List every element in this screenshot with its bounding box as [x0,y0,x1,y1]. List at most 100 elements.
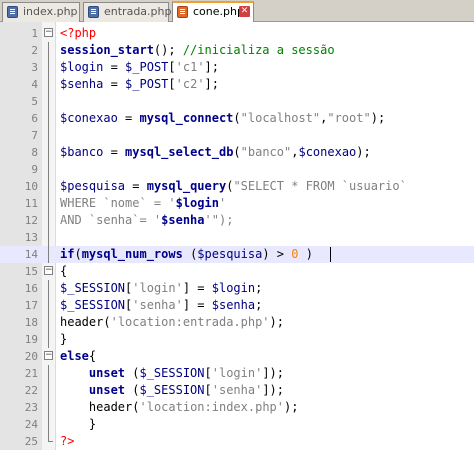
code-line[interactable]: 25 ?> [0,433,474,450]
code-token: $_SESSION [139,383,205,397]
fold-line-icon [44,416,54,433]
code-token: $pesquisa [197,247,263,261]
fold-line-icon [44,365,54,382]
code-line[interactable]: 21 unset ($_SESSION['login']); [0,365,474,382]
code-token: ' [218,196,227,210]
fold-line-icon [44,382,54,399]
fold-line-icon [44,280,54,297]
fold-line-icon [44,399,54,416]
code-token: ( [74,247,82,261]
code-line[interactable]: 2 session_start(); //inicializa a sessão [0,42,474,59]
tab-index-php[interactable]: index.php [2,2,80,22]
fold-line-icon [44,246,54,263]
code-text: unset ($_SESSION['login']); [60,365,284,382]
close-tab-icon[interactable]: ✕ [239,6,250,17]
code-text: <?php [60,25,96,42]
code-token: } [60,332,68,346]
fold-toggle-icon[interactable]: − [44,348,54,365]
code-token: WHERE `nome` = ' [60,196,176,210]
line-number: 6 [31,112,38,125]
code-text: WHERE `nome` = '$login' [60,195,226,212]
tab-cone-php[interactable]: cone.php ✕ [172,1,254,22]
code-token: ); [269,315,284,329]
fold-toggle-icon[interactable]: − [44,263,54,280]
code-line[interactable]: 10 $pesquisa = mysql_query("SELECT * FROM… [0,178,474,195]
line-number: 14 [24,248,38,261]
code-line[interactable]: 13 [0,229,474,246]
code-line[interactable]: 16 $_SESSION['login'] = $login; [0,280,474,297]
code-token: ( [233,111,241,125]
code-token: $_SESSION [60,298,126,312]
code-token: ( [132,400,140,414]
line-number: 12 [24,214,38,227]
fold-line-icon [44,297,54,314]
line-number: 19 [24,333,38,346]
code-line[interactable]: 17 $_SESSION['senha'] = $senha; [0,297,474,314]
code-token: [ [168,60,176,74]
code-token: mysql_num_rows [81,247,183,261]
code-editor[interactable]: 1− <?php 2 session_start(); //inicializa a … [0,22,474,450]
tab-label: entrada.php [104,5,172,18]
code-text: $senha = $_POST['c2']; [60,76,219,93]
code-line[interactable]: 7 [0,127,474,144]
code-token: } [60,417,97,431]
code-line[interactable]: 12 AND `senha`= '$senha'"); [0,212,474,229]
line-number: 4 [31,78,38,91]
code-token: '"); [204,213,234,227]
code-line[interactable]: 9 [0,161,474,178]
code-token: $login [211,281,256,295]
code-token: $senha [60,77,104,91]
code-line[interactable]: 5 [0,93,474,110]
code-line[interactable]: 3 $login = $_POST['c1']; [0,59,474,76]
code-token: 'senha' [211,383,263,397]
code-token: $login [60,60,104,74]
line-number: 13 [24,231,38,244]
code-token: = [117,111,140,125]
code-text: $pesquisa = mysql_query("SELECT * FROM `… [60,178,407,195]
line-number: 5 [31,95,38,108]
code-line[interactable]: 23 header('location:index.php'); [0,399,474,416]
code-token: AND `senha`= ' [60,213,162,227]
code-token: "banco" [240,145,292,159]
code-line[interactable]: 6 $conexao = mysql_connect("localhost","r… [0,110,474,127]
code-token: $_POST [125,77,169,91]
code-line[interactable]: 1− <?php [0,25,474,42]
code-line[interactable]: 8 $banco = mysql_select_db("banco",$conex… [0,144,474,161]
code-token: ]; [204,77,219,91]
code-token: 'location:entrada.php' [110,315,270,329]
code-text: session_start(); //inicializa a sessão [60,42,335,59]
code-token: [ [168,77,176,91]
code-line[interactable]: 20− else{ [0,348,474,365]
code-token: $conexao [298,145,357,159]
line-number: 8 [31,146,38,159]
code-text: header('location:entrada.php'); [60,314,284,331]
line-number: 23 [24,401,38,414]
code-token: if [60,247,75,261]
line-number: 18 [24,316,38,329]
code-line[interactable]: 18 header('location:entrada.php'); [0,314,474,331]
code-token: ) > [262,247,292,261]
code-token: ; [255,298,263,312]
code-token: $senha [211,298,256,312]
code-token: mysql_select_db [125,145,234,159]
code-line[interactable]: 15−{ [0,263,474,280]
code-line[interactable]: 11 WHERE `nome` = '$login' [0,195,474,212]
line-number: 16 [24,282,38,295]
code-text: } [60,416,96,433]
code-line[interactable]: 22 unset ($_SESSION['senha']); [0,382,474,399]
code-token: unset [88,383,126,397]
code-token: ( [182,247,198,261]
code-line[interactable]: 24 } [0,416,474,433]
tab-entrada-php[interactable]: entrada.php [83,2,172,22]
fold-line-icon [44,110,54,127]
code-token: ) [298,247,313,261]
fold-toggle-icon[interactable]: − [44,25,54,42]
code-line[interactable]: 19} [0,331,474,348]
code-token: else [60,349,89,363]
code-token: //inicializa a sessão [182,43,335,57]
fold-line-icon [44,127,54,144]
code-line[interactable]: 14 if(mysql_num_rows ($pesquisa) > 0 ) [0,246,474,263]
code-line[interactable]: 4 $senha = $_POST['c2']; [0,76,474,93]
fold-line-icon [44,42,54,59]
